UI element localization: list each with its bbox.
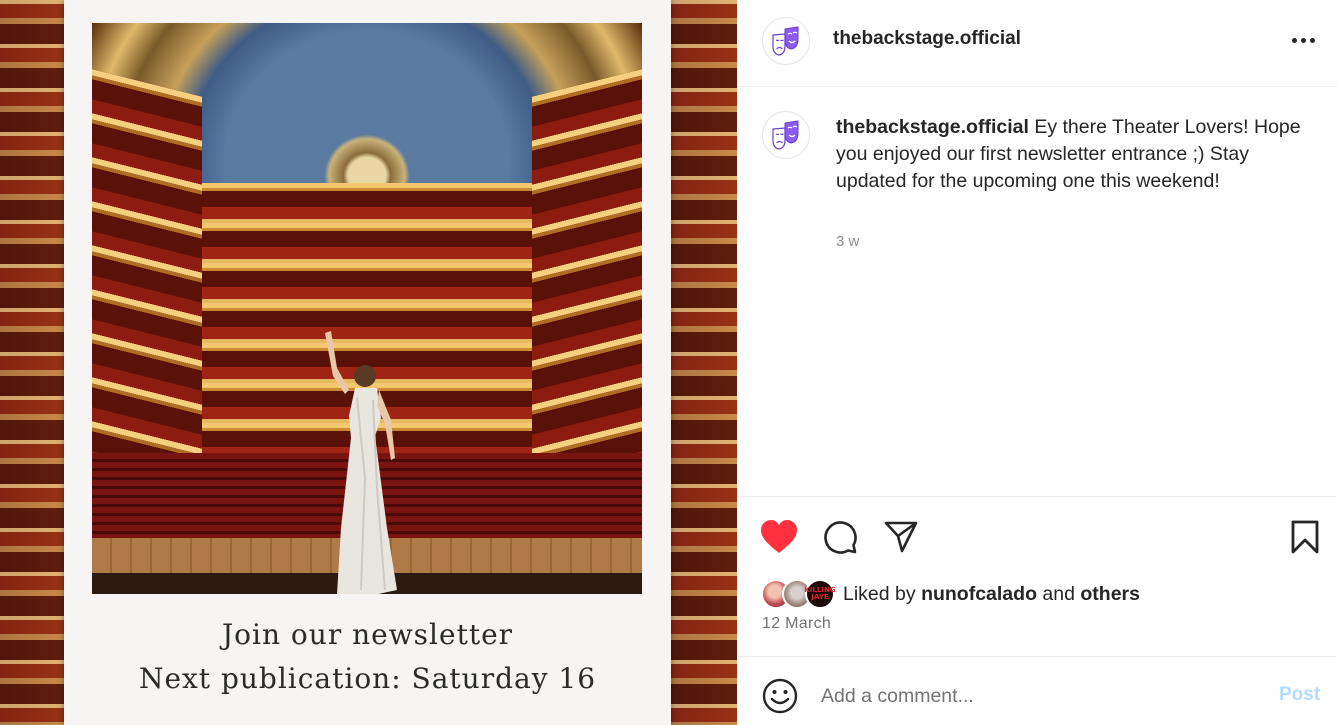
liked-by-text: Liked by nunofcalado and others xyxy=(843,583,1140,606)
post-caption: thebackstage.official Ey there Theater L… xyxy=(737,88,1337,496)
share-button[interactable] xyxy=(881,517,921,557)
theater-masks-icon xyxy=(772,26,799,56)
caption-avatar[interactable] xyxy=(762,111,810,159)
dancer-figure xyxy=(325,331,397,594)
theater-masks-icon xyxy=(772,120,799,150)
dot xyxy=(1309,37,1315,43)
balcony-side-left xyxy=(92,69,202,517)
background-theater-right xyxy=(671,0,737,725)
liker-avatars[interactable]: KILLING JAYE xyxy=(761,578,841,610)
comment-input[interactable] xyxy=(821,679,1251,713)
liked-by-others[interactable]: others xyxy=(1080,583,1140,605)
dot xyxy=(1291,37,1297,43)
heart-filled-icon xyxy=(761,520,797,553)
header-username[interactable]: thebackstage.official xyxy=(833,28,1021,50)
save-button[interactable] xyxy=(1285,517,1325,557)
post-date[interactable]: 12 March xyxy=(762,615,831,633)
dot xyxy=(1300,37,1306,43)
background-theater-left xyxy=(0,0,64,725)
caption-text: thebackstage.official Ey there Theater L… xyxy=(836,114,1306,195)
smiley-icon[interactable] xyxy=(761,677,799,715)
comment-icon xyxy=(824,521,857,554)
liker-avatar: KILLING JAYE xyxy=(804,579,836,609)
liked-by-connector: and xyxy=(1042,583,1075,605)
liker-avatar-text: KILLING JAYE xyxy=(804,586,836,601)
post-time-ago[interactable]: 3 w xyxy=(836,233,859,250)
paper-plane-icon xyxy=(884,521,918,553)
comment-button[interactable] xyxy=(820,517,860,557)
like-button[interactable] xyxy=(759,517,799,557)
publication-caption: Next publication: Saturday 16 xyxy=(138,662,597,695)
post-header: thebackstage.official xyxy=(737,0,1337,87)
caption-username[interactable]: thebackstage.official xyxy=(836,116,1029,138)
liked-by-user[interactable]: nunofcalado xyxy=(921,583,1037,605)
liked-by-prefix: Liked by xyxy=(843,583,916,605)
post-side-panel: thebackstage.official thebackstage.offic… xyxy=(737,0,1337,725)
more-options-icon[interactable] xyxy=(1285,28,1321,52)
profile-avatar[interactable] xyxy=(762,17,810,65)
newsletter-caption: Join our newsletter xyxy=(221,618,514,651)
post-media[interactable]: Join our newsletter Next publication: Sa… xyxy=(0,0,737,725)
bookmark-icon xyxy=(1291,520,1319,554)
polaroid-frame: Join our newsletter Next publication: Sa… xyxy=(64,0,671,725)
add-comment-bar: Post xyxy=(737,656,1337,725)
post-comment-button[interactable]: Post xyxy=(1279,684,1320,706)
theater-photo xyxy=(92,23,642,594)
balcony-side-right xyxy=(532,69,642,517)
post-actions: KILLING JAYE Liked by nunofcalado and ot… xyxy=(737,496,1337,656)
